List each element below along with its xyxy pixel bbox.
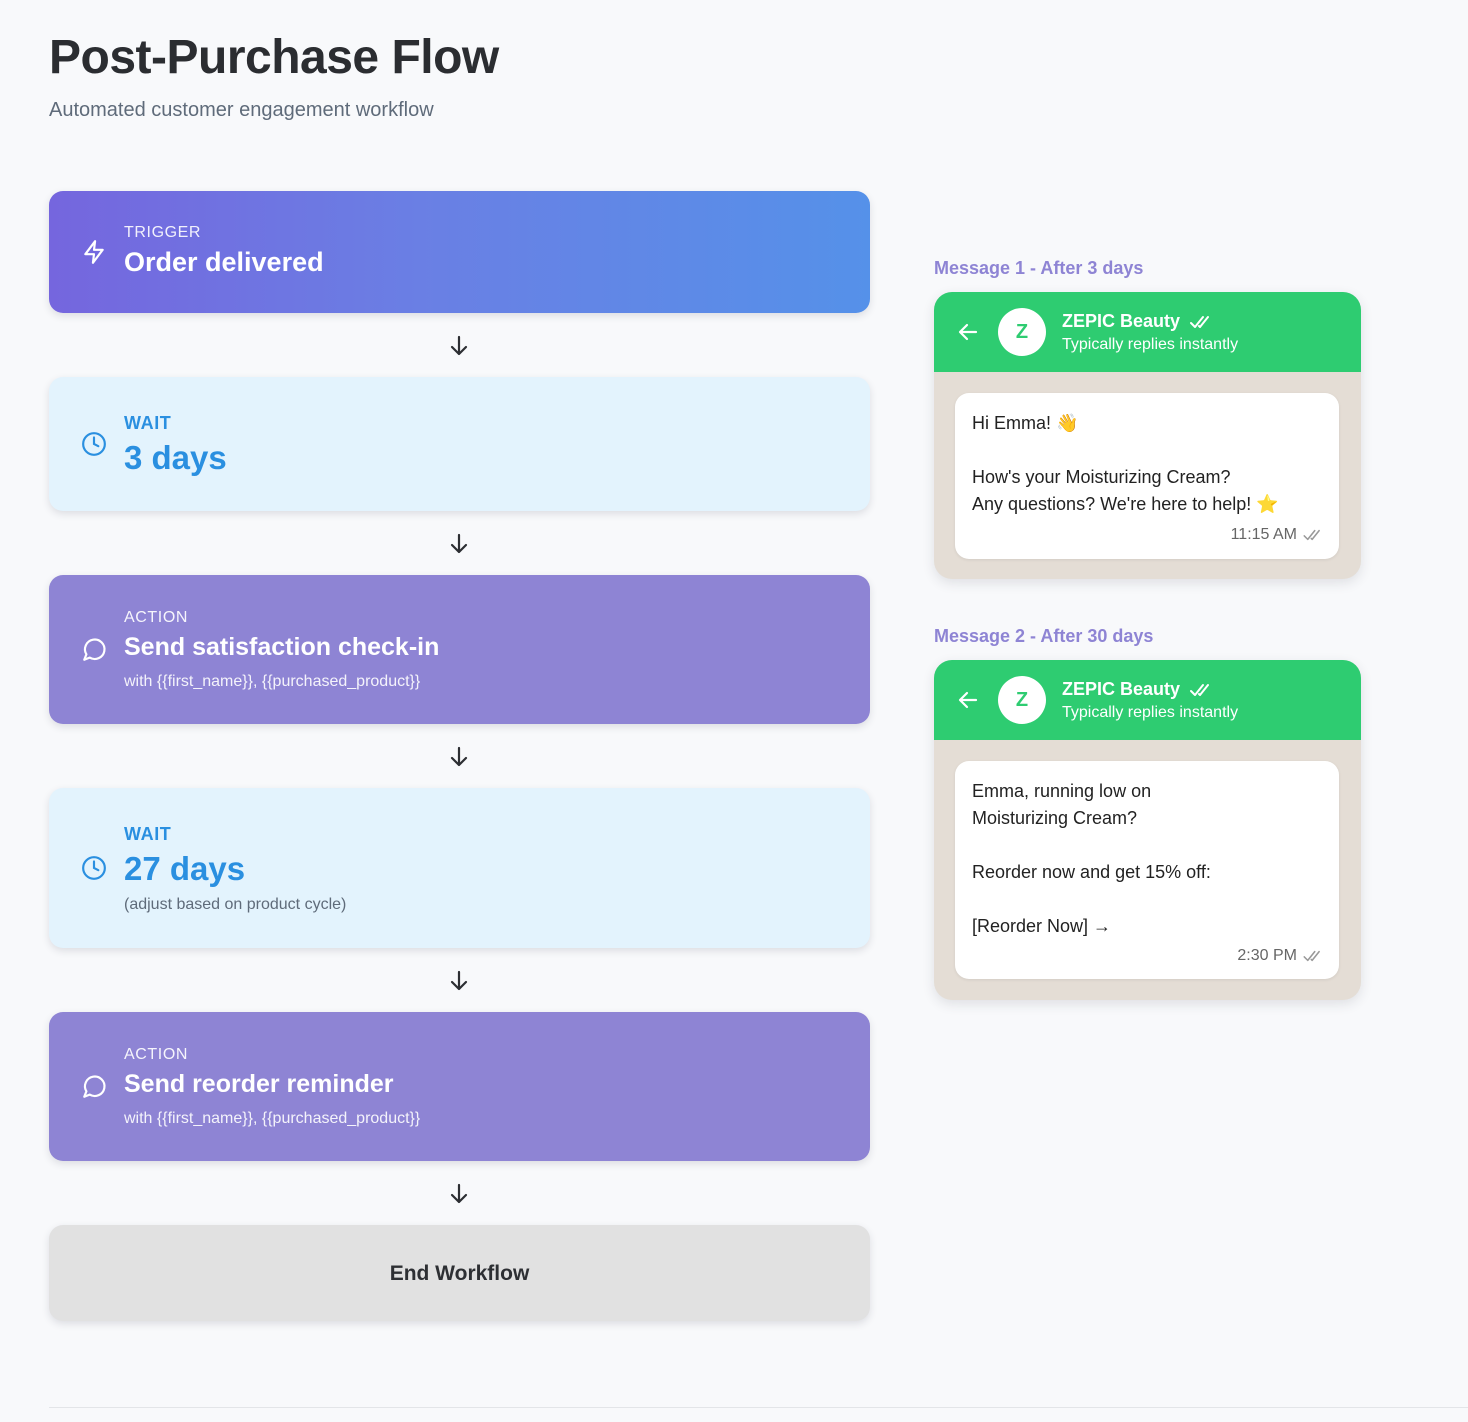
double-check-icon: [1190, 316, 1209, 328]
message-time: 11:15 AM: [1230, 526, 1297, 543]
wait-card-2[interactable]: WAIT 27 days (adjust based on product cy…: [49, 788, 870, 948]
wait-kicker: WAIT: [124, 413, 172, 433]
sender-status: Typically replies instantly: [1062, 704, 1239, 721]
action-title: Send reorder reminder: [124, 1070, 394, 1098]
arrow-down-icon: [450, 335, 468, 356]
double-check-icon: [1190, 684, 1209, 696]
message-2-label: Message 2 - After 30 days: [934, 626, 1154, 646]
message-1-preview: Z ZEPIC Beauty Typically replies instant…: [934, 292, 1361, 579]
chat-bubble-icon: [83, 638, 106, 661]
back-arrow-icon[interactable]: [956, 688, 980, 712]
clock-icon: [82, 856, 106, 880]
chat-bubble-icon: [83, 1075, 106, 1098]
message-text: Hi Emma! 👋 How's your Moisturizing Cream…: [972, 413, 1279, 514]
action-variables: with {{first_name}}, {{purchased_product…: [124, 673, 421, 690]
avatar[interactable]: Z: [998, 676, 1046, 724]
action-card-1[interactable]: ACTION Send satisfaction check-in with {…: [49, 575, 870, 724]
end-workflow-card[interactable]: End Workflow: [49, 1225, 870, 1321]
wait-duration: 27 days: [124, 850, 246, 887]
wait-duration: 3 days: [124, 439, 227, 476]
page-subtitle: Automated customer engagement workflow: [49, 99, 434, 121]
chat-header: Z ZEPIC Beauty Typically replies instant…: [934, 292, 1361, 372]
action-kicker: ACTION: [124, 609, 189, 626]
action-kicker: ACTION: [124, 1046, 189, 1063]
wait-kicker: WAIT: [124, 824, 172, 844]
read-receipt-icon: [1303, 950, 1320, 961]
trigger-kicker: TRIGGER: [124, 224, 202, 241]
wait-card-1[interactable]: WAIT 3 days: [49, 377, 870, 511]
action-card-2[interactable]: ACTION Send reorder reminder with {{firs…: [49, 1012, 870, 1161]
page-title: Post-Purchase Flow: [49, 31, 499, 84]
arrow-down-icon: [450, 533, 468, 554]
arrow-down-icon: [450, 1183, 468, 1204]
lightning-icon: [84, 240, 104, 264]
message-text: Emma, running low on Moisturizing Cream?…: [972, 781, 1211, 936]
footer-divider: [49, 1407, 1468, 1408]
wait-note: (adjust based on product cycle): [124, 896, 347, 913]
message-bubble: Emma, running low on Moisturizing Cream?…: [955, 761, 1339, 979]
trigger-card[interactable]: TRIGGER Order delivered: [49, 191, 870, 313]
message-bubble: Hi Emma! 👋 How's your Moisturizing Cream…: [955, 393, 1339, 559]
trigger-title: Order delivered: [124, 247, 324, 277]
action-title: Send satisfaction check-in: [124, 633, 440, 661]
message-meta: 11:15 AM: [1231, 521, 1323, 548]
message-1-label: Message 1 - After 3 days: [934, 258, 1144, 278]
sender-name: ZEPIC Beauty: [1062, 311, 1181, 331]
sender-status: Typically replies instantly: [1062, 336, 1239, 353]
avatar[interactable]: Z: [998, 308, 1046, 356]
back-arrow-icon[interactable]: [956, 320, 980, 344]
action-variables: with {{first_name}}, {{purchased_product…: [124, 1110, 421, 1127]
sender-name: ZEPIC Beauty: [1062, 679, 1181, 699]
clock-icon: [82, 432, 106, 456]
message-meta: 2:30 PM: [1237, 942, 1323, 969]
arrow-down-icon: [450, 746, 468, 767]
chat-header: Z ZEPIC Beauty Typically replies instant…: [934, 660, 1361, 740]
message-time: 2:30 PM: [1237, 947, 1297, 964]
message-2-preview: Z ZEPIC Beauty Typically replies instant…: [934, 660, 1361, 1000]
read-receipt-icon: [1303, 529, 1320, 540]
arrow-down-icon: [450, 970, 468, 991]
end-workflow-label: End Workflow: [389, 1262, 530, 1285]
